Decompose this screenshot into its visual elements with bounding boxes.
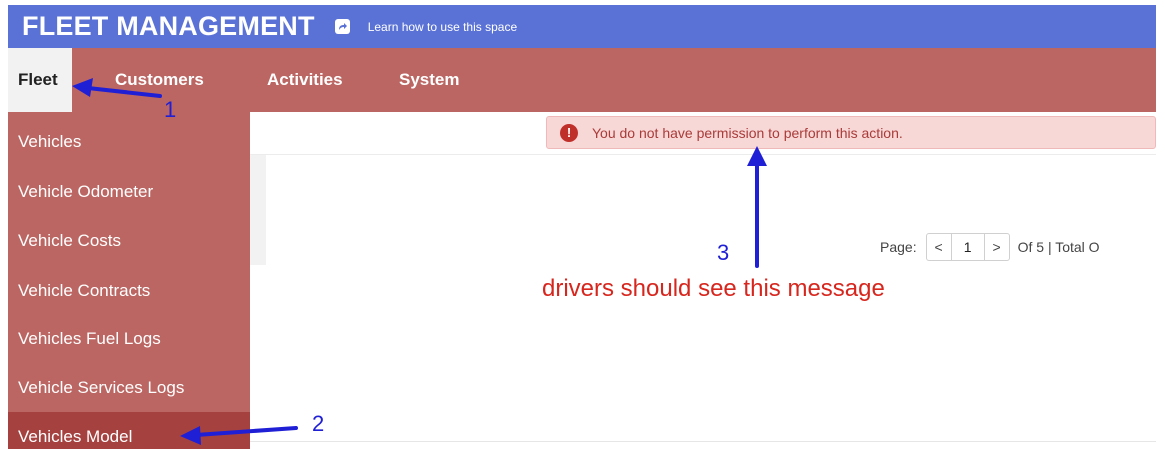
menu-item-fleet[interactable]: Fleet [8, 48, 72, 112]
annotation-marker-2: 2 [312, 411, 325, 436]
share-arrow-icon[interactable] [334, 19, 350, 34]
chevron-right-icon: > [992, 239, 1001, 255]
main-menu-bar: Fleet Customers Activities System [8, 48, 1156, 112]
dropdown-item-vehicles[interactable]: Vehicles [8, 118, 250, 166]
annotation-marker-3: 3 [717, 240, 730, 265]
page-number-input[interactable]: 1 [951, 233, 984, 261]
fleet-dropdown-menu: Vehicles Vehicle Odometer Vehicle Costs … [8, 112, 250, 449]
dropdown-item-vehicle-costs[interactable]: Vehicle Costs [8, 217, 250, 265]
exclamation-circle-icon: ! [560, 123, 578, 142]
dropdown-item-vehicle-contracts[interactable]: Vehicle Contracts [8, 267, 250, 315]
pagination: Page: < 1 > Of 5 | Total O [880, 233, 1156, 261]
previous-page-button[interactable]: < [925, 233, 952, 261]
menu-item-activities[interactable]: Activities [267, 48, 343, 112]
page-label: Page: [880, 239, 917, 255]
top-header-bar: FLEET MANAGEMENT Learn how to use this s… [8, 5, 1156, 48]
alert-message: You do not have permission to perform th… [592, 124, 903, 141]
content-divider [250, 441, 1156, 442]
app-title: FLEET MANAGEMENT [22, 11, 315, 41]
dropdown-item-vehicles-fuel-logs[interactable]: Vehicles Fuel Logs [8, 315, 250, 363]
chevron-left-icon: < [934, 239, 943, 255]
dropdown-item-vehicle-services-logs[interactable]: Vehicle Services Logs [8, 364, 250, 412]
dropdown-item-vehicles-model[interactable]: Vehicles Model [8, 412, 250, 449]
learn-how-link[interactable]: Learn how to use this space [368, 20, 517, 34]
next-page-button[interactable]: > [983, 233, 1010, 261]
page-count-text: Of 5 | Total O [1017, 239, 1100, 255]
annotation-note: drivers should see this message [542, 275, 885, 302]
dropdown-item-vehicle-odometer[interactable]: Vehicle Odometer [8, 168, 250, 216]
permission-alert: ! You do not have permission to perform … [546, 116, 1156, 149]
annotation-marker-1: 1 [164, 97, 177, 122]
menu-item-system[interactable]: System [399, 48, 459, 112]
left-gutter [250, 155, 266, 265]
menu-item-customers[interactable]: Customers [115, 48, 204, 112]
